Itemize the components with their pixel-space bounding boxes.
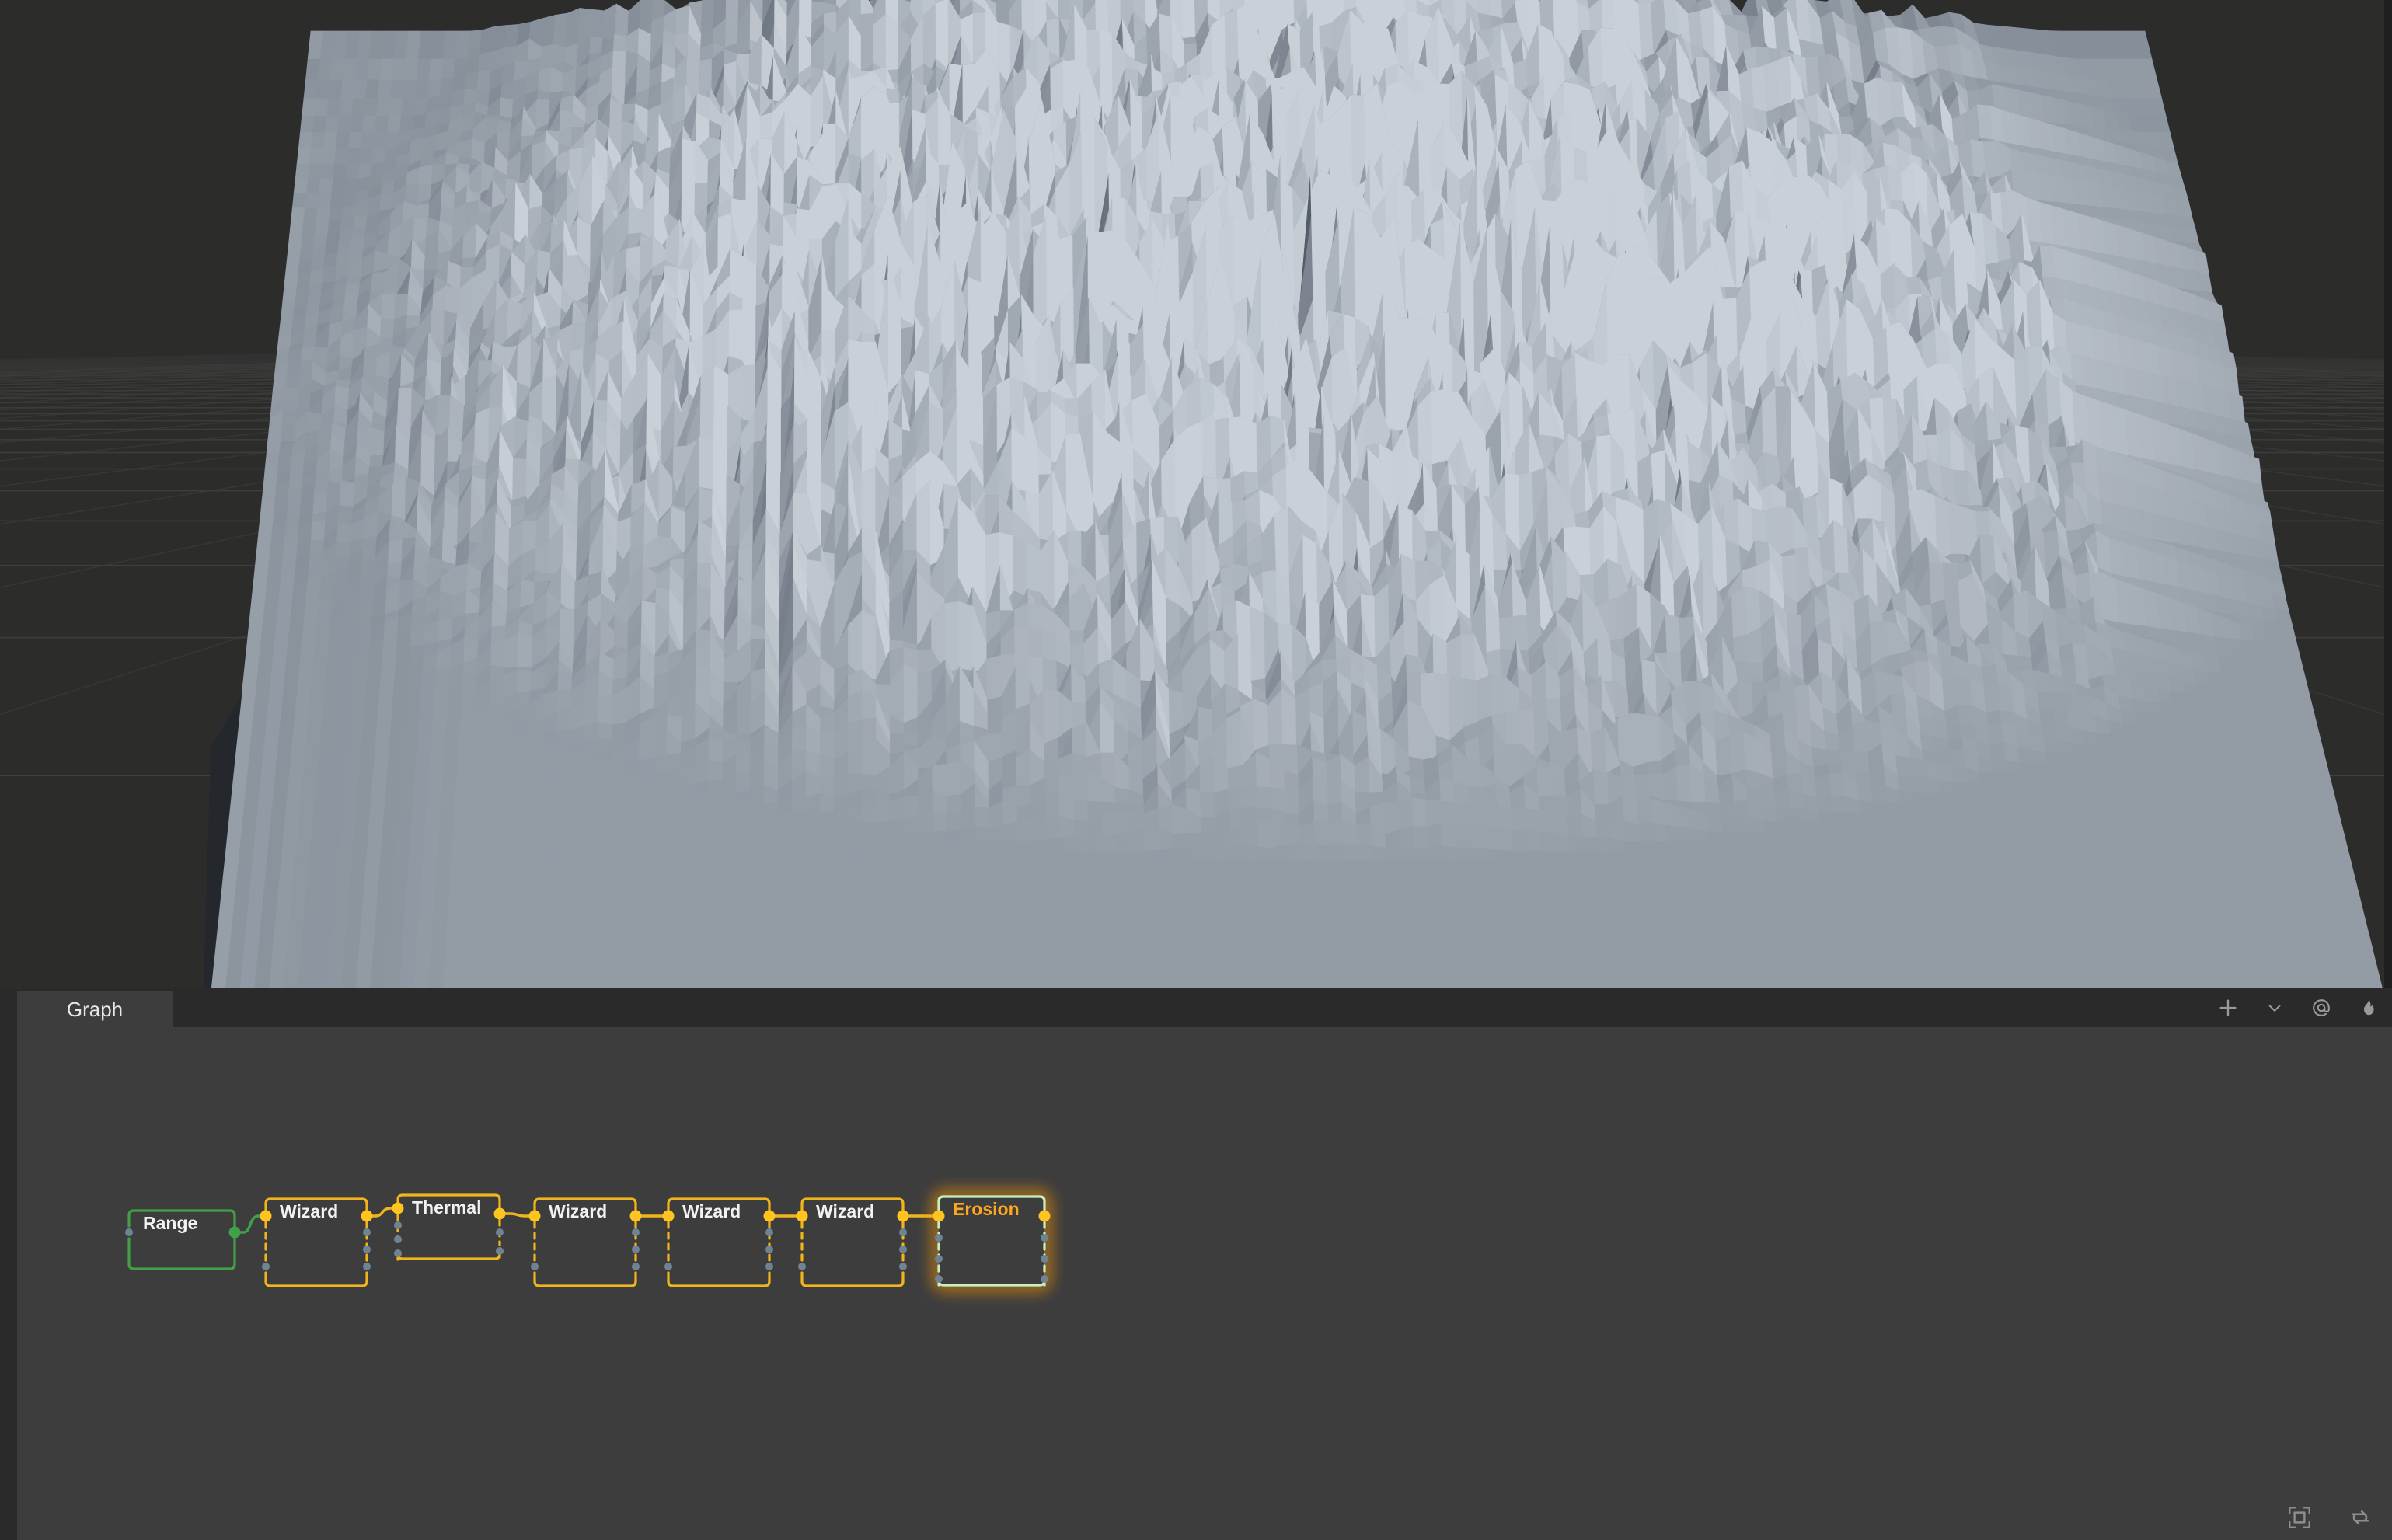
node-port-right-3-secondary[interactable]	[899, 1263, 907, 1270]
node-title-wizard-4: Wizard	[816, 1201, 874, 1221]
refresh-icon[interactable]	[2345, 1503, 2375, 1532]
node-port-left-0-secondary[interactable]	[125, 1228, 133, 1236]
node-port-left-3-secondary[interactable]	[394, 1249, 402, 1257]
node-title-wizard-3: Wizard	[682, 1201, 741, 1221]
node-port-left-0-primary[interactable]	[392, 1202, 404, 1214]
node-port-right-3-secondary[interactable]	[1041, 1275, 1048, 1283]
tabbar-icon-group	[2215, 988, 2381, 1027]
node-title-wizard-1: Wizard	[280, 1201, 338, 1221]
node-port-left-1-secondary[interactable]	[798, 1263, 806, 1270]
node-port-right-0-primary[interactable]	[897, 1210, 909, 1222]
node-port-right-0-primary[interactable]	[763, 1210, 776, 1222]
node-port-right-2-secondary[interactable]	[1041, 1255, 1048, 1263]
node-port-left-0-primary[interactable]	[796, 1210, 808, 1222]
fit-to-view-icon[interactable]	[2285, 1503, 2314, 1532]
node-graph-svg: Range Wizard Thermal Wizard Wizard Wizard Eros…	[125, 1193, 1051, 1287]
node-port-left-3-secondary[interactable]	[935, 1275, 943, 1283]
node-port-left-0-primary[interactable]	[528, 1210, 541, 1222]
node-port-left-0-primary[interactable]	[933, 1210, 945, 1222]
graph-tabbar: Graph	[0, 988, 2392, 1027]
node-port-right-1-secondary[interactable]	[496, 1228, 504, 1236]
node-port-right-3-secondary[interactable]	[363, 1263, 371, 1270]
graph-panel: Graph Range Wizard Thermal Wizard Wizard…	[0, 988, 2392, 1540]
node-port-left-0-primary[interactable]	[662, 1210, 675, 1222]
graph-node-wizard-2[interactable]: Wizard	[528, 1197, 642, 1287]
node-port-right-0-primary[interactable]	[1038, 1210, 1051, 1222]
node-port-right-2-secondary[interactable]	[496, 1247, 504, 1255]
node-port-right-0-primary[interactable]	[629, 1210, 642, 1222]
graph-node-erosion[interactable]: Erosion	[933, 1194, 1051, 1287]
node-port-left-1-secondary[interactable]	[531, 1263, 539, 1270]
node-port-right-2-secondary[interactable]	[363, 1246, 371, 1253]
chevron-down-icon[interactable]	[2261, 995, 2288, 1021]
3d-terrain-viewport[interactable]	[0, 0, 2384, 988]
node-port-right-1-secondary[interactable]	[363, 1228, 371, 1236]
node-title-wizard-2: Wizard	[549, 1201, 607, 1221]
node-title-thermal: Thermal	[412, 1197, 481, 1218]
graph-node-range[interactable]: Range	[125, 1209, 241, 1270]
node-port-right-3-secondary[interactable]	[632, 1263, 640, 1270]
tab-graph[interactable]: Graph	[17, 991, 173, 1027]
node-port-right-0-primary[interactable]	[493, 1207, 506, 1220]
node-port-right-2-secondary[interactable]	[765, 1246, 773, 1253]
flame-icon[interactable]	[2355, 995, 2381, 1021]
graph-node-wizard-4[interactable]: Wizard	[796, 1197, 909, 1287]
node-graph-canvas[interactable]: Range Wizard Thermal Wizard Wizard Wizard Eros…	[17, 1027, 2392, 1540]
node-title-range: Range	[143, 1213, 197, 1233]
node-port-right-2-secondary[interactable]	[632, 1246, 640, 1253]
graph-node-thermal[interactable]: Thermal	[392, 1193, 506, 1261]
node-port-left-0-primary[interactable]	[260, 1210, 272, 1222]
node-port-left-1-secondary[interactable]	[664, 1263, 672, 1270]
graph-node-wizard-3[interactable]: Wizard	[662, 1197, 776, 1287]
node-port-right-0-primary[interactable]	[361, 1210, 373, 1222]
node-title-erosion: Erosion	[953, 1199, 1020, 1219]
node-port-left-2-secondary[interactable]	[394, 1235, 402, 1243]
canvas-footer-icons	[2285, 1503, 2375, 1532]
node-port-left-2-secondary[interactable]	[935, 1255, 943, 1263]
node-port-right-0-green[interactable]	[228, 1226, 241, 1239]
node-port-left-1-secondary[interactable]	[935, 1234, 943, 1242]
node-port-left-1-secondary[interactable]	[262, 1263, 270, 1270]
node-port-right-1-secondary[interactable]	[632, 1228, 640, 1236]
node-port-right-3-secondary[interactable]	[765, 1263, 773, 1270]
terrain-heightfield	[203, 0, 2383, 988]
node-port-right-1-secondary[interactable]	[899, 1228, 907, 1236]
node-port-right-1-secondary[interactable]	[765, 1228, 773, 1236]
viewport-edge-strip	[2384, 0, 2392, 988]
node-port-left-1-secondary[interactable]	[394, 1221, 402, 1229]
graph-node-wizard-1[interactable]: Wizard	[260, 1197, 373, 1287]
add-node-icon[interactable]	[2215, 995, 2241, 1021]
terrain-node-editor-app: Graph Range Wizard Thermal Wizard Wizard…	[0, 0, 2392, 1540]
at-sign-icon[interactable]	[2308, 995, 2334, 1021]
node-port-right-2-secondary[interactable]	[899, 1246, 907, 1253]
node-port-right-1-secondary[interactable]	[1041, 1234, 1048, 1242]
